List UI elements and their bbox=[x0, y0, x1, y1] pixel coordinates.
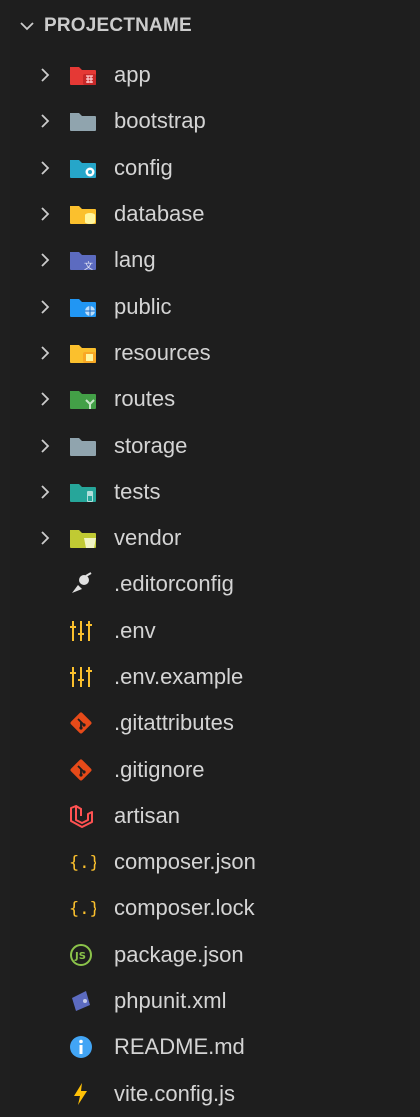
folder-icon bbox=[68, 423, 102, 469]
item-label: bootstrap bbox=[114, 108, 206, 134]
item-label: storage bbox=[114, 432, 188, 458]
item-label: .env bbox=[114, 617, 156, 643]
chevron-right-icon[interactable] bbox=[38, 145, 68, 191]
item-label: .gitignore bbox=[114, 756, 205, 782]
chevron-right-icon[interactable] bbox=[38, 376, 68, 422]
file-item[interactable]: .env.example bbox=[10, 654, 410, 700]
public-folder-icon bbox=[68, 284, 102, 330]
chevron-right-icon[interactable] bbox=[38, 237, 68, 283]
json-braces-icon: {.} bbox=[68, 839, 102, 885]
folder-item[interactable]: storage bbox=[10, 422, 410, 468]
file-item[interactable]: {.} composer.lock bbox=[10, 885, 410, 931]
item-label: resources bbox=[114, 339, 211, 365]
item-label: composer.json bbox=[114, 849, 256, 875]
file-item[interactable]: .gitignore bbox=[10, 746, 410, 792]
chevron-right-icon[interactable] bbox=[38, 515, 68, 561]
chevron-right-icon[interactable] bbox=[38, 469, 68, 515]
file-item[interactable]: {.} composer.json bbox=[10, 839, 410, 885]
item-label: README.md bbox=[114, 1034, 245, 1060]
app-folder-icon bbox=[68, 52, 102, 98]
file-tree: app bootstrap config database 文 lang public res… bbox=[10, 52, 410, 1117]
file-item[interactable]: JS package.json bbox=[10, 932, 410, 978]
env-tune-icon bbox=[68, 608, 102, 654]
folder-item[interactable]: vendor bbox=[10, 515, 410, 561]
item-label: artisan bbox=[114, 802, 181, 828]
tests-folder-icon bbox=[68, 469, 102, 515]
svg-text:{.}: {.} bbox=[69, 853, 96, 873]
info-icon bbox=[68, 1024, 102, 1070]
folder-icon bbox=[68, 98, 102, 144]
item-label: phpunit.xml bbox=[114, 988, 227, 1014]
item-label: vendor bbox=[114, 525, 182, 551]
chevron-right-icon[interactable] bbox=[38, 284, 68, 330]
file-item[interactable]: artisan bbox=[10, 793, 410, 839]
folder-item[interactable]: config bbox=[10, 145, 410, 191]
folder-item[interactable]: database bbox=[10, 191, 410, 237]
item-label: tests bbox=[114, 478, 161, 504]
project-header[interactable]: PROJECTNAME bbox=[10, 0, 410, 52]
json-braces-icon: {.} bbox=[68, 885, 102, 931]
config-folder-icon bbox=[68, 145, 102, 191]
routes-folder-icon bbox=[68, 376, 102, 422]
item-label: routes bbox=[114, 386, 176, 412]
git-icon bbox=[68, 747, 102, 793]
editorconfig-icon bbox=[68, 561, 102, 607]
item-label: config bbox=[114, 154, 173, 180]
svg-text:{.}: {.} bbox=[69, 899, 96, 919]
project-name: PROJECTNAME bbox=[44, 15, 192, 36]
item-label: .env.example bbox=[114, 664, 244, 689]
git-icon bbox=[68, 700, 102, 746]
file-item[interactable]: README.md bbox=[10, 1024, 410, 1070]
laravel-icon bbox=[68, 793, 102, 839]
item-label: database bbox=[114, 201, 205, 227]
folder-item[interactable]: bootstrap bbox=[10, 98, 410, 144]
item-label: .gitattributes bbox=[114, 710, 234, 736]
file-item[interactable]: vite.config.js bbox=[10, 1071, 410, 1117]
database-folder-icon bbox=[68, 191, 102, 237]
vite-bolt-icon bbox=[68, 1071, 102, 1117]
resources-folder-icon bbox=[68, 330, 102, 376]
item-label: composer.lock bbox=[114, 895, 255, 921]
item-label: lang bbox=[114, 247, 156, 273]
folder-item[interactable]: routes bbox=[10, 376, 410, 422]
phpunit-icon bbox=[68, 978, 102, 1024]
folder-item[interactable]: resources bbox=[10, 330, 410, 376]
chevron-right-icon[interactable] bbox=[38, 330, 68, 376]
svg-text:JS: JS bbox=[74, 951, 86, 962]
chevron-right-icon[interactable] bbox=[38, 191, 68, 237]
chevron-down-icon bbox=[16, 15, 38, 37]
chevron-right-icon[interactable] bbox=[38, 52, 68, 98]
folder-item[interactable]: tests bbox=[10, 469, 410, 515]
item-label: package.json bbox=[114, 941, 244, 967]
lang-folder-icon: 文 bbox=[68, 237, 102, 283]
env-tune-icon bbox=[68, 654, 102, 700]
file-explorer: PROJECTNAME app bootstrap config database 文 l… bbox=[0, 0, 410, 1114]
folder-item[interactable]: 文 lang bbox=[10, 237, 410, 283]
file-item[interactable]: .gitattributes bbox=[10, 700, 410, 746]
item-label: public bbox=[114, 293, 172, 319]
chevron-right-icon[interactable] bbox=[38, 423, 68, 469]
file-item[interactable]: .env bbox=[10, 608, 410, 654]
nodejs-icon: JS bbox=[68, 932, 102, 978]
item-label: vite.config.js bbox=[114, 1080, 236, 1106]
file-item[interactable]: phpunit.xml bbox=[10, 978, 410, 1024]
chevron-right-icon[interactable] bbox=[38, 98, 68, 144]
vendor-folder-icon bbox=[68, 515, 102, 561]
file-item[interactable]: .editorconfig bbox=[10, 561, 410, 607]
folder-item[interactable]: app bbox=[10, 52, 410, 98]
item-label: app bbox=[114, 62, 151, 88]
item-label: .editorconfig bbox=[114, 571, 234, 597]
folder-item[interactable]: public bbox=[10, 283, 410, 329]
svg-text:文: 文 bbox=[84, 260, 93, 272]
